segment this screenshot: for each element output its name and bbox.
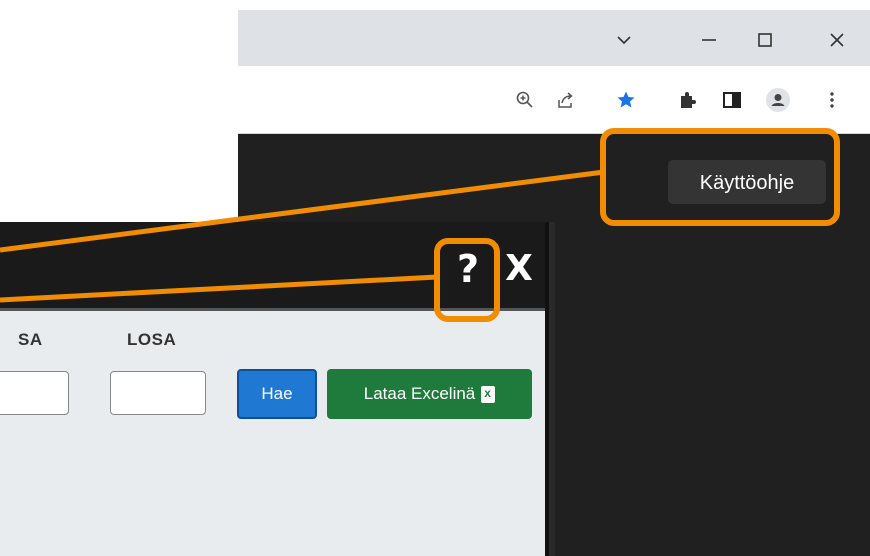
callout-line-top <box>0 169 605 253</box>
highlight-user-guide <box>600 128 840 226</box>
callout-line-bottom <box>0 274 438 303</box>
highlight-help-icon <box>434 238 500 322</box>
